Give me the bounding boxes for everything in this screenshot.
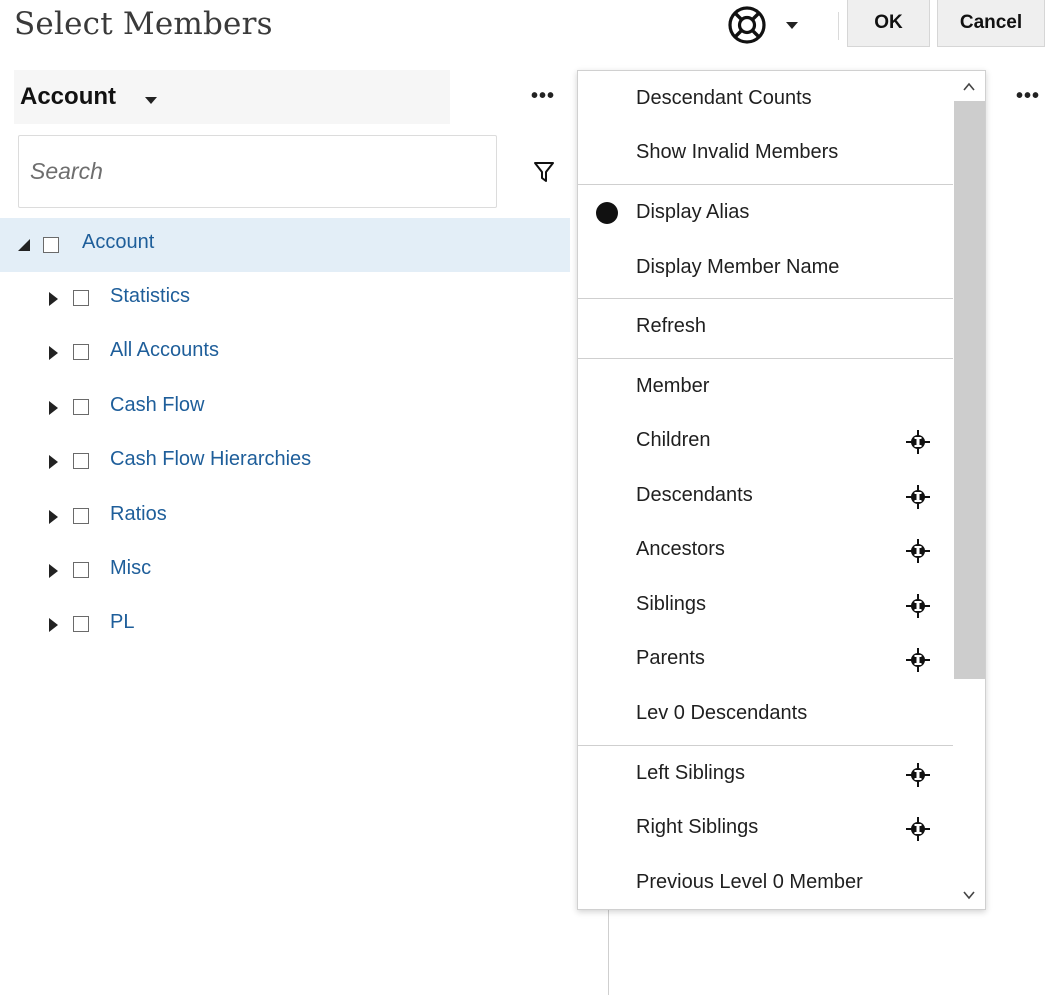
menu-item-label: Parents [636, 647, 705, 669]
menu-item-previous-level0-member[interactable]: Previous Level 0 Member [578, 856, 953, 909]
menu-separator [578, 745, 953, 746]
checkbox[interactable] [43, 237, 59, 253]
lifebuoy-icon [726, 4, 768, 46]
page-title: Select Members [14, 6, 273, 42]
checkbox[interactable] [73, 290, 89, 306]
menu-item-label: Previous Level 0 Member [636, 871, 863, 893]
function-selector-icon[interactable] [905, 429, 931, 460]
menu-item-display-member-name[interactable]: Display Member Name [578, 241, 953, 295]
menu-item-label: Ancestors [636, 538, 725, 560]
help-menu-button[interactable] [726, 4, 816, 46]
ellipsis-icon[interactable]: ••• [531, 85, 555, 108]
menu-item-label: Show Invalid Members [636, 141, 839, 163]
tree-row[interactable]: Cash Flow [0, 381, 570, 435]
expand-triangle-icon[interactable] [49, 510, 58, 524]
function-selector-icon[interactable] [905, 762, 931, 793]
tree-row[interactable]: Ratios [0, 490, 570, 544]
tree-item-label[interactable]: All Accounts [110, 339, 219, 362]
function-selector-icon[interactable] [905, 538, 931, 569]
menu-item-descendant-counts[interactable]: Descendant Counts [578, 72, 953, 126]
expand-triangle-icon[interactable] [49, 346, 58, 360]
expand-triangle-icon[interactable] [49, 292, 58, 306]
menu-item-display-alias[interactable]: Display Alias [578, 186, 953, 240]
menu-item-show-invalid-members[interactable]: Show Invalid Members [578, 126, 953, 180]
menu-separator [578, 358, 953, 359]
menu-item-member[interactable]: Member [578, 360, 953, 414]
tree-row[interactable]: Misc [0, 544, 570, 598]
tree-item-label[interactable]: Cash Flow Hierarchies [110, 448, 311, 471]
dimension-selector[interactable]: Account [14, 70, 450, 124]
checkbox[interactable] [73, 344, 89, 360]
checkbox[interactable] [73, 562, 89, 578]
function-selector-icon[interactable] [905, 647, 931, 678]
menu-item-label: Member [636, 375, 710, 397]
search-box[interactable] [18, 135, 497, 208]
menu-item-label: Lev 0 Descendants [636, 702, 808, 724]
menu-item-descendants[interactable]: Descendants [578, 469, 953, 523]
expand-triangle-icon[interactable] [49, 564, 58, 578]
menu-item-lev0-descendants[interactable]: Lev 0 Descendants [578, 687, 953, 741]
tree-item-label[interactable]: PL [110, 611, 134, 634]
ok-button[interactable]: OK [847, 0, 930, 47]
scroll-up-icon[interactable] [961, 79, 977, 95]
menu-item-right-siblings[interactable]: Right Siblings [578, 801, 953, 855]
panel-divider [608, 910, 609, 995]
header-divider [838, 12, 839, 40]
menu-item-label: Display Member Name [636, 256, 840, 278]
menu-item-label: Descendant Counts [636, 87, 812, 109]
function-selector-icon[interactable] [905, 593, 931, 624]
selected-radio-icon [596, 202, 618, 224]
tree-item-label[interactable]: Statistics [110, 285, 190, 308]
menu-item-label: Display Alias [636, 201, 750, 223]
expand-triangle-icon[interactable] [49, 618, 58, 632]
menu-separator [578, 298, 953, 299]
menu-item-left-siblings[interactable]: Left Siblings [578, 747, 953, 801]
function-selector-icon[interactable] [905, 484, 931, 515]
tree-item-label[interactable]: Account [82, 231, 154, 254]
menu-item-parents[interactable]: Parents [578, 632, 953, 686]
tree-row[interactable]: All Accounts [0, 326, 570, 380]
expand-triangle-icon[interactable] [49, 401, 58, 415]
tree-item-label[interactable]: Misc [110, 557, 151, 580]
expand-triangle-icon[interactable] [49, 455, 58, 469]
menu-item-ancestors[interactable]: Ancestors [578, 523, 953, 577]
tree-row-account[interactable]: Account [0, 218, 570, 272]
chevron-down-icon [786, 21, 798, 29]
menu-item-label: Descendants [636, 484, 753, 506]
chevron-down-icon [145, 97, 157, 104]
scroll-down-icon[interactable] [961, 887, 977, 903]
ellipsis-icon[interactable]: ••• [1016, 85, 1040, 108]
menu-item-refresh[interactable]: Refresh [578, 300, 953, 354]
menu-item-children[interactable]: Children [578, 414, 953, 468]
menu-item-label: Refresh [636, 315, 707, 337]
menu-item-label: Siblings [636, 593, 707, 615]
menu-item-label: Children [636, 429, 711, 451]
scroll-thumb[interactable] [954, 101, 985, 679]
checkbox[interactable] [73, 399, 89, 415]
menu-item-label: Right Siblings [636, 816, 759, 838]
cancel-button[interactable]: Cancel [937, 0, 1045, 47]
tree-row[interactable]: PL [0, 598, 570, 652]
options-menu: Descendant Counts Show Invalid Members D… [577, 70, 986, 910]
tree-row[interactable]: Cash Flow Hierarchies [0, 435, 570, 489]
checkbox[interactable] [73, 453, 89, 469]
function-selector-icon[interactable] [905, 816, 931, 847]
tree-item-label[interactable]: Cash Flow [110, 394, 204, 417]
dimension-label: Account [20, 83, 116, 110]
menu-item-label: Left Siblings [636, 762, 745, 784]
search-input[interactable] [19, 136, 496, 207]
tree-row[interactable]: Statistics [0, 272, 570, 326]
collapse-triangle-icon[interactable] [17, 238, 31, 257]
menu-scrollbar[interactable] [954, 71, 985, 909]
menu-separator [578, 184, 953, 185]
tree-item-label[interactable]: Ratios [110, 503, 167, 526]
checkbox[interactable] [73, 508, 89, 524]
menu-item-siblings[interactable]: Siblings [578, 578, 953, 632]
checkbox[interactable] [73, 616, 89, 632]
filter-icon[interactable] [533, 160, 555, 189]
